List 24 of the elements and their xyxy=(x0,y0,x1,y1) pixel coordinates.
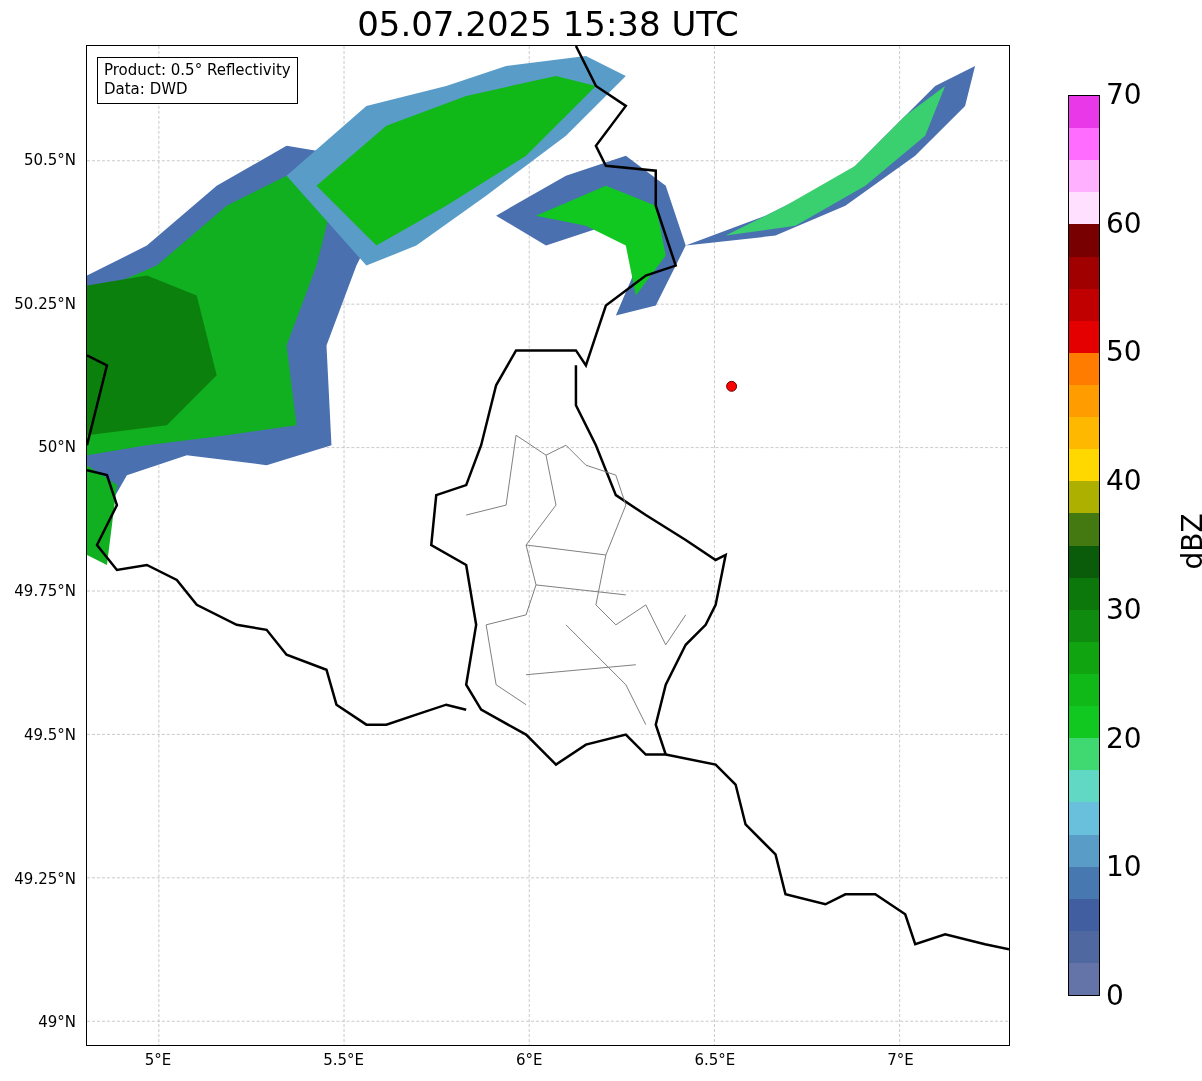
latitude-label: 50.5°N xyxy=(23,151,76,169)
info-text: Data: DWD xyxy=(104,80,189,99)
colorbar-tick-label: 20 xyxy=(1106,722,1142,755)
latitude-label: 49.25°N xyxy=(14,869,76,888)
latitude-label: 49.75°N xyxy=(14,582,76,601)
colorbar-tick-label: 40 xyxy=(1106,465,1142,498)
longitude-label: 7°E xyxy=(887,1051,914,1069)
colorbar-tick-label: 70 xyxy=(1106,79,1142,111)
longitude-label: 5.5°E xyxy=(323,1051,364,1069)
colorbar-tick-label: 30 xyxy=(1106,593,1142,626)
latitude-label: 50°N xyxy=(38,438,76,457)
colorbar-tick-label: 60 xyxy=(1106,207,1142,240)
colorbar-tick-label: 10 xyxy=(1106,851,1142,884)
info-text: Product: 0.5° Reflectivity xyxy=(104,61,291,80)
longitude-label: 5°E xyxy=(144,1051,172,1069)
latitude-label: 50.25°N xyxy=(14,294,76,313)
chart-title: 05.07.2025 15:38 UTC xyxy=(356,4,740,44)
colorbar-label: dBZ xyxy=(1175,513,1202,570)
longitude-label: 6°E xyxy=(515,1051,543,1069)
longitude-label: 6.5°E xyxy=(694,1051,736,1069)
latitude-label: 49.5°N xyxy=(23,725,76,744)
colorbar-tick-label: 0 xyxy=(1106,979,1125,1012)
latitude-label: 49°N xyxy=(38,1013,76,1032)
colorbar-tick-label: 50 xyxy=(1106,336,1142,369)
